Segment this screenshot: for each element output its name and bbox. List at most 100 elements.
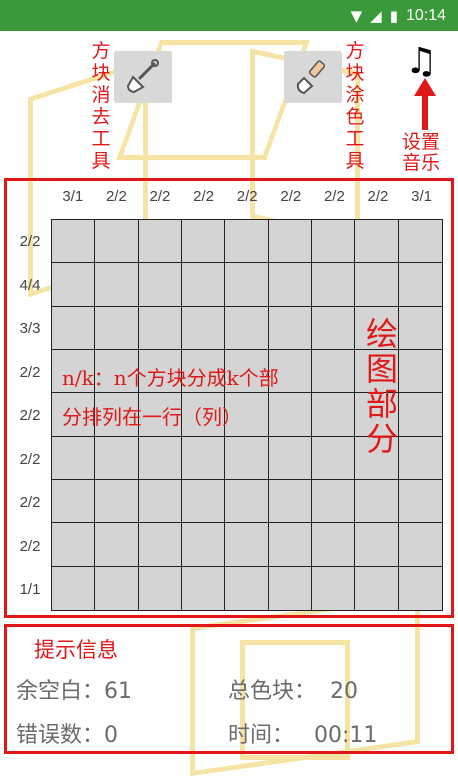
grid-cell[interactable] [138, 523, 182, 567]
grid-cell[interactable] [225, 566, 269, 610]
grid-cell[interactable] [52, 523, 96, 567]
wifi-icon: ▼ [350, 6, 363, 25]
drawing-area-label: 绘图部分 [365, 315, 398, 458]
grid-cell[interactable] [52, 436, 96, 480]
column-clue: 2/2 [105, 188, 127, 205]
grid-cell[interactable] [225, 479, 269, 524]
grid-cell[interactable] [398, 480, 442, 524]
grid-cell[interactable] [225, 306, 269, 350]
remaining-label: 余空白： [16, 679, 105, 704]
grid-cell[interactable] [52, 306, 96, 350]
grid-cell[interactable] [52, 479, 96, 524]
clue-explanation-line2: 分排列在一行（列） [62, 405, 242, 429]
music-settings-label: 设置音乐 [401, 131, 440, 174]
grid-cell[interactable] [182, 566, 226, 610]
grid-cell[interactable] [181, 479, 226, 524]
column-clue: 2/2 [280, 188, 302, 205]
grid-cell[interactable] [138, 220, 182, 264]
eraser-tool-label: 方块消去工具 [91, 40, 111, 172]
grid-cell[interactable] [138, 306, 182, 350]
total-value: 20 [330, 679, 359, 704]
grid-cell[interactable] [398, 307, 442, 350]
battery-icon: ▮ [389, 6, 398, 25]
music-note-icon[interactable]: ♫ [405, 42, 437, 82]
errors-label: 错误数： [16, 723, 105, 748]
column-clue: 2/2 [367, 188, 389, 205]
grid-cell[interactable] [311, 523, 356, 567]
grid-cell[interactable] [311, 479, 356, 524]
grid-cell[interactable] [138, 436, 182, 480]
grid-cell[interactable] [268, 306, 312, 350]
grid-cell[interactable] [95, 566, 139, 610]
grid-cell[interactable] [355, 479, 399, 524]
grid-cell[interactable] [52, 566, 96, 610]
grid-cell[interactable] [268, 436, 312, 480]
hint-title: 提示信息 [34, 638, 118, 662]
row-clue: 1/1 [19, 581, 41, 598]
column-clue: 3/1 [411, 188, 433, 205]
grid-cell[interactable] [398, 393, 442, 437]
grid-cell[interactable] [269, 566, 312, 610]
column-clue: 2/2 [323, 188, 345, 205]
grid-cell[interactable] [312, 566, 356, 610]
grid-cell[interactable] [181, 220, 226, 264]
errors-value: 0 [104, 723, 119, 748]
grid-cell[interactable] [225, 436, 269, 480]
grid-cell[interactable] [138, 479, 182, 524]
grid-cell[interactable] [95, 523, 139, 567]
grid-cell[interactable] [139, 566, 182, 610]
column-clue: 2/2 [149, 188, 171, 205]
grid-cell[interactable] [138, 263, 182, 307]
grid-cell[interactable] [355, 523, 399, 567]
column-clue: 2/2 [236, 188, 258, 205]
grid-cell[interactable] [52, 263, 96, 307]
grid-cell[interactable] [311, 349, 356, 394]
row-clue: 2/2 [19, 494, 41, 511]
grid-cell[interactable] [398, 263, 442, 307]
grid-cell[interactable] [398, 437, 442, 480]
grid-cell[interactable] [95, 436, 139, 480]
row-clue: 2/2 [19, 407, 41, 424]
grid-cell[interactable] [181, 263, 226, 307]
grid-cell[interactable] [268, 523, 312, 567]
grid-cell[interactable] [398, 523, 442, 567]
row-clue: 2/2 [19, 364, 41, 381]
error-count: 错误数：0 [16, 717, 118, 749]
grid-cell[interactable] [225, 220, 269, 264]
grid-cell[interactable] [311, 436, 356, 480]
grid-cell[interactable] [268, 393, 312, 437]
grid-cell[interactable] [225, 523, 269, 567]
grid-cell[interactable] [355, 566, 399, 610]
total-colored-blocks: 总色块： 20 [228, 673, 358, 705]
paintbrush-icon [296, 60, 326, 95]
grid-cell[interactable] [398, 350, 442, 394]
row-clue: 2/2 [19, 451, 41, 468]
grid-cell[interactable] [268, 263, 312, 307]
grid-cell[interactable] [181, 436, 226, 480]
grid-cell[interactable] [311, 393, 356, 437]
grid-cell[interactable] [355, 220, 399, 264]
grid-cell[interactable] [311, 220, 356, 264]
grid-cell[interactable] [355, 263, 399, 307]
time-value: 00:11 [314, 723, 378, 748]
grid-cell[interactable] [399, 567, 442, 610]
grid-cell[interactable] [95, 306, 139, 350]
eraser-tool-button[interactable] [114, 51, 172, 103]
status-time: 10:14 [405, 6, 446, 24]
grid-cell[interactable] [95, 479, 139, 524]
grid-cell[interactable] [95, 263, 139, 307]
grid-cell[interactable] [268, 479, 312, 524]
grid-cell[interactable] [225, 263, 269, 307]
grid-cell[interactable] [52, 220, 96, 264]
paint-tool-button[interactable] [284, 51, 342, 103]
remaining-blanks: 余空白：61 [16, 673, 132, 705]
grid-cell[interactable] [311, 306, 356, 350]
grid-cell[interactable] [95, 220, 139, 264]
shovel-icon [126, 59, 159, 94]
grid-cell[interactable] [181, 306, 226, 350]
grid-cell[interactable] [311, 263, 356, 307]
grid-cell[interactable] [181, 523, 226, 567]
grid-cell[interactable] [398, 220, 442, 264]
elapsed-time: 时间： 00:11 [228, 717, 377, 749]
grid-cell[interactable] [268, 220, 312, 264]
